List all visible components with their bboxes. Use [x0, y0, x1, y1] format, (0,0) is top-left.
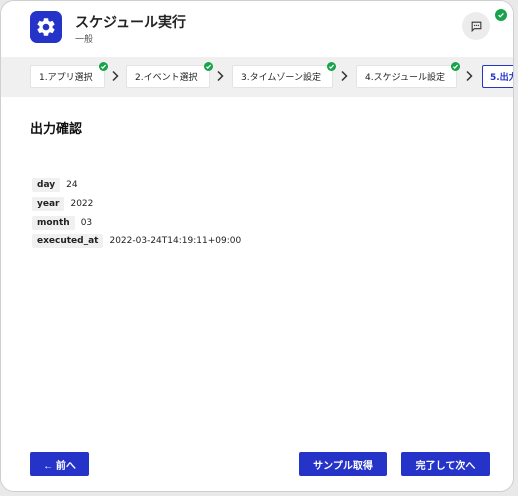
list-item: year 2022	[32, 195, 241, 214]
step-label: 5.出力	[490, 73, 513, 83]
list-item: month 03	[32, 213, 241, 232]
step-label: 1.アプリ選択	[39, 73, 93, 83]
comment-icon	[471, 21, 481, 32]
step-bar: 1.アプリ選択 2.イベント選択 3.タイムゾーン設定 4.スケジュール設定 5…	[1, 57, 513, 97]
section-title: 出力確認	[30, 122, 83, 137]
get-sample-button[interactable]: サンプル取得	[299, 452, 387, 476]
status-badge	[495, 9, 507, 21]
step-label: 3.タイムゾーン設定	[241, 73, 321, 83]
step-complete-icon	[451, 62, 460, 71]
step-3[interactable]: 3.タイムゾーン設定	[232, 62, 336, 88]
page-title: スケジュール実行	[75, 15, 187, 31]
chevron-right-icon	[341, 70, 348, 82]
step-5[interactable]: 5.出力	[482, 65, 513, 88]
output-list: day 24 year 2022 month 03 executed_at 20…	[32, 176, 241, 251]
chevron-right-icon	[466, 70, 473, 82]
output-key: day	[32, 178, 61, 193]
output-value: 24	[66, 180, 78, 191]
step-complete-icon	[327, 62, 336, 71]
output-value: 03	[80, 217, 93, 228]
comment-button[interactable]	[462, 12, 490, 40]
step-4[interactable]: 4.スケジュール設定	[356, 62, 460, 88]
step-complete-icon	[99, 62, 108, 71]
back-button[interactable]: ← 前へ	[30, 452, 89, 476]
output-key: executed_at	[32, 234, 104, 249]
check-circle-icon	[498, 12, 504, 18]
chevron-right-icon	[217, 70, 224, 82]
output-key: month	[32, 215, 75, 230]
step-complete-icon	[204, 62, 213, 71]
step-1[interactable]: 1.アプリ選択	[30, 62, 108, 88]
list-item: day 24	[32, 176, 241, 195]
gear-icon	[37, 18, 55, 36]
header: スケジュール実行 一般	[1, 1, 513, 57]
output-key: year	[32, 197, 65, 212]
step-label: 2.イベント選択	[135, 73, 198, 83]
page-subtitle: 一般	[75, 35, 94, 45]
chevron-right-icon	[112, 70, 119, 82]
app-icon	[30, 11, 62, 43]
dialog: スケジュール実行 一般 1.アプリ選択 2.イベント選択 3.タイムゾーン設定 …	[0, 0, 514, 492]
list-item: executed_at 2022-03-24T14:19:11+09:00	[32, 232, 241, 251]
step-2[interactable]: 2.イベント選択	[126, 62, 213, 88]
output-value: 2022-03-24T14:19:11+09:00	[109, 236, 242, 247]
output-value: 2022	[70, 199, 94, 210]
step-label: 4.スケジュール設定	[365, 73, 445, 83]
finish-next-button[interactable]: 完了して次へ	[401, 452, 490, 476]
